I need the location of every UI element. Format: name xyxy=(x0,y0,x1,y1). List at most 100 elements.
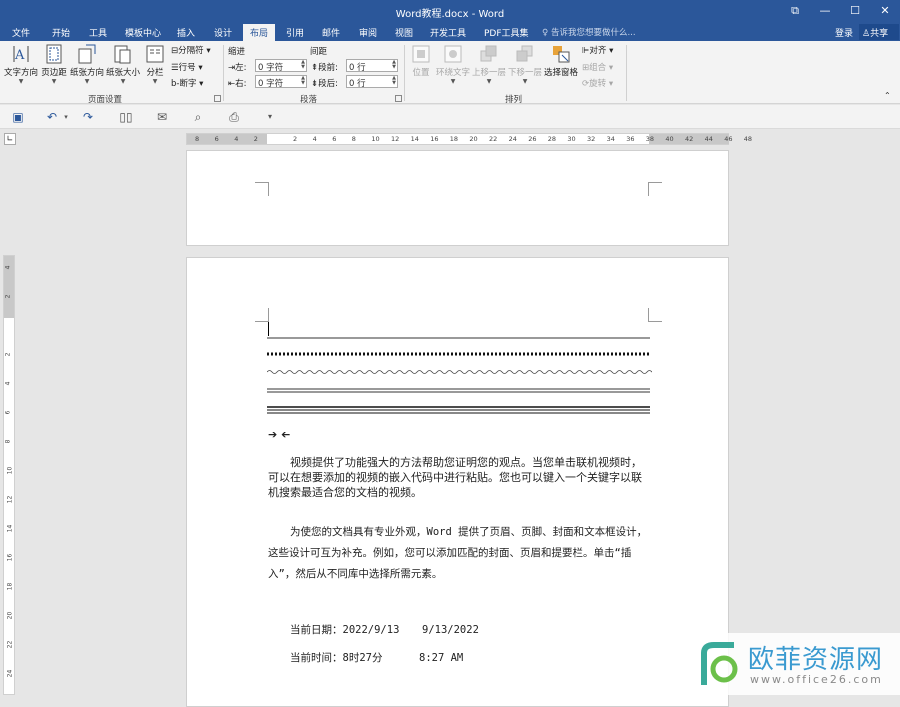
align-button[interactable]: ⊫对齐 ▾ xyxy=(582,44,613,56)
page-size-button[interactable]: 纸张大小 ▼ xyxy=(106,43,140,86)
tab-pdf-tools[interactable]: PDF工具集 xyxy=(484,26,529,39)
send-backward-button[interactable]: 下移一层 ▼ xyxy=(508,43,542,86)
ruler-number: 6 xyxy=(332,135,337,143)
group-separator xyxy=(626,45,627,101)
ruler-number: 46 xyxy=(724,135,733,143)
orientation-button[interactable]: 纸张方向 ▼ xyxy=(70,43,104,86)
tab-layout[interactable]: 布局 xyxy=(243,24,276,41)
ruler-number: 20 xyxy=(469,135,478,143)
share-button[interactable]: ♙共享 xyxy=(859,24,899,40)
chevron-down-icon: ▼ xyxy=(522,78,528,85)
columns-label: 分栏 xyxy=(146,68,164,78)
margins-button[interactable]: 页边距 ▼ xyxy=(40,43,68,86)
ruler-number: 2 xyxy=(4,352,12,357)
undo-dropdown-icon[interactable]: ▾ xyxy=(58,109,74,125)
bring-forward-button[interactable]: 上移一层 ▼ xyxy=(472,43,506,86)
columns-button[interactable]: 分栏 ▼ xyxy=(144,43,166,86)
two-pages-icon[interactable]: ▯▯ xyxy=(118,109,134,125)
chevron-down-icon: ▼ xyxy=(51,78,57,85)
email-icon[interactable]: ✉ xyxy=(154,109,170,125)
line-numbers-icon: ☰ xyxy=(171,63,179,73)
indent-left-input[interactable]: 0 字符 ▲ ▼ xyxy=(255,59,307,73)
login-link[interactable]: 登录 xyxy=(835,26,853,39)
indent-right-input[interactable]: 0 字符 ▲ ▼ xyxy=(255,75,307,89)
horizontal-ruler[interactable]: 8 6 4 2 2 4 6 8 10 12 14 16 18 20 22 24 26 28 30 32 34 36 38 40… xyxy=(186,133,752,145)
tab-tools[interactable]: 工具 xyxy=(89,26,107,39)
tab-developer[interactable]: 开发工具 xyxy=(430,26,466,39)
page-2[interactable]: ➔ ➔ 视频提供了功能强大的方法帮助您证明您的观点。当您单击联机视频时，可以在想… xyxy=(186,257,729,707)
wrap-text-button[interactable]: 环绕文字 ▼ xyxy=(436,43,470,86)
spacing-before-input[interactable]: 0 行 ▲ ▼ xyxy=(346,59,398,73)
selection-pane-label: 选择窗格 xyxy=(544,68,579,78)
redo-icon[interactable]: ↷ xyxy=(80,109,96,125)
text-direction-icon: A xyxy=(13,46,29,63)
indent-heading: 缩进 xyxy=(228,47,246,57)
maximize-button[interactable]: ☐ xyxy=(840,0,870,24)
close-button[interactable]: ✕ xyxy=(870,0,900,24)
tab-insert[interactable]: 插入 xyxy=(177,26,195,39)
save-icon[interactable]: ▣ xyxy=(10,109,26,125)
tab-references[interactable]: 引用 xyxy=(286,26,304,39)
share-label: 共享 xyxy=(870,29,889,39)
page-setup-launcher-icon[interactable] xyxy=(214,95,221,102)
orientation-label: 纸张方向 xyxy=(70,68,105,78)
group-paragraph-label: 段落 xyxy=(300,95,318,105)
spacing-after-input[interactable]: 0 行 ▲ ▼ xyxy=(346,75,398,89)
ruler-number: 8 xyxy=(195,135,200,143)
group-objects-button[interactable]: ⊞组合 ▾ xyxy=(582,61,613,73)
ruler-number: 44 xyxy=(704,135,713,143)
ruler-number: 6 xyxy=(4,410,12,415)
ruler-number: 8 xyxy=(4,439,12,444)
vertical-ruler[interactable]: 4 2 2 4 6 8 10 12 14 16 18 20 22 24 xyxy=(3,255,15,695)
text-direction-button[interactable]: A 文字方向 ▼ xyxy=(4,43,38,86)
tab-view[interactable]: 视图 xyxy=(395,26,413,39)
send-backward-icon xyxy=(516,45,533,62)
tab-home[interactable]: 开始 xyxy=(52,26,70,39)
ruler-number: 2 xyxy=(293,135,298,143)
ruler-number: 22 xyxy=(489,135,498,143)
ribbon-tabs: 文件 开始 工具 模板中心 插入 设计 布局 引用 邮件 审阅 视图 开发工具 … xyxy=(0,24,900,41)
ruler-number: 12 xyxy=(391,135,400,143)
ruler-number: 8 xyxy=(351,135,356,143)
minimize-button[interactable]: — xyxy=(810,0,840,24)
left-arrow-icon: ➔ xyxy=(280,428,290,441)
ruler-number: 34 xyxy=(606,135,615,143)
ruler-number: 4 xyxy=(234,135,239,143)
time-value: 8:27 AM xyxy=(419,652,464,664)
tab-review[interactable]: 审阅 xyxy=(359,26,377,39)
tab-design[interactable]: 设计 xyxy=(214,26,232,39)
group-objects-label: 组合 xyxy=(589,63,607,73)
date-value: 9/13/2022 xyxy=(422,624,479,636)
customize-qat-icon[interactable]: ▾ xyxy=(262,109,278,125)
rotate-button[interactable]: ⟳旋转 ▾ xyxy=(582,77,613,89)
line-numbers-button[interactable]: ☰行号 ▾ xyxy=(171,61,203,73)
print-preview-icon[interactable]: ⌕ xyxy=(190,109,206,125)
breaks-button[interactable]: ⊟分隔符 ▾ xyxy=(171,44,211,56)
collapse-ribbon-icon[interactable]: ⌃ xyxy=(884,91,891,100)
tab-selector-icon[interactable]: ∟ xyxy=(4,133,16,145)
ruler-number: 42 xyxy=(685,135,694,143)
printer-icon[interactable]: ⎙ xyxy=(226,109,242,125)
hyphenation-button[interactable]: b‐断字 ▾ xyxy=(171,77,203,89)
lightbulb-icon: ♀ xyxy=(542,28,551,38)
ruler-number: 4 xyxy=(4,381,12,386)
selection-pane-button[interactable]: 选择窗格 xyxy=(544,43,578,78)
ruler-number: 18 xyxy=(449,135,459,143)
chevron-down-icon: ▼ xyxy=(486,78,492,85)
page-1[interactable] xyxy=(186,150,729,246)
ribbon-display-button[interactable]: ⧉ xyxy=(780,0,810,24)
tab-file[interactable]: 文件 xyxy=(12,26,30,39)
paragraph-launcher-icon[interactable] xyxy=(395,95,402,102)
tab-template-center[interactable]: 模板中心 xyxy=(125,26,161,39)
send-backward-label: 下移一层 xyxy=(508,68,543,78)
ruler-number: 16 xyxy=(430,135,439,143)
position-button[interactable]: 位置 xyxy=(408,43,434,78)
title-bar: Word教程.docx - Word ⧉ — ☐ ✕ xyxy=(0,0,900,24)
position-label: 位置 xyxy=(412,68,430,78)
tell-me-box[interactable]: ♀ 告诉我您想要做什么... xyxy=(542,26,636,38)
ruler-number: 10 xyxy=(371,135,380,143)
align-label: 对齐 xyxy=(589,46,607,56)
ruler-number: 2 xyxy=(253,135,258,143)
tab-mailings[interactable]: 邮件 xyxy=(322,26,340,39)
ruler-number: 6 xyxy=(214,135,219,143)
